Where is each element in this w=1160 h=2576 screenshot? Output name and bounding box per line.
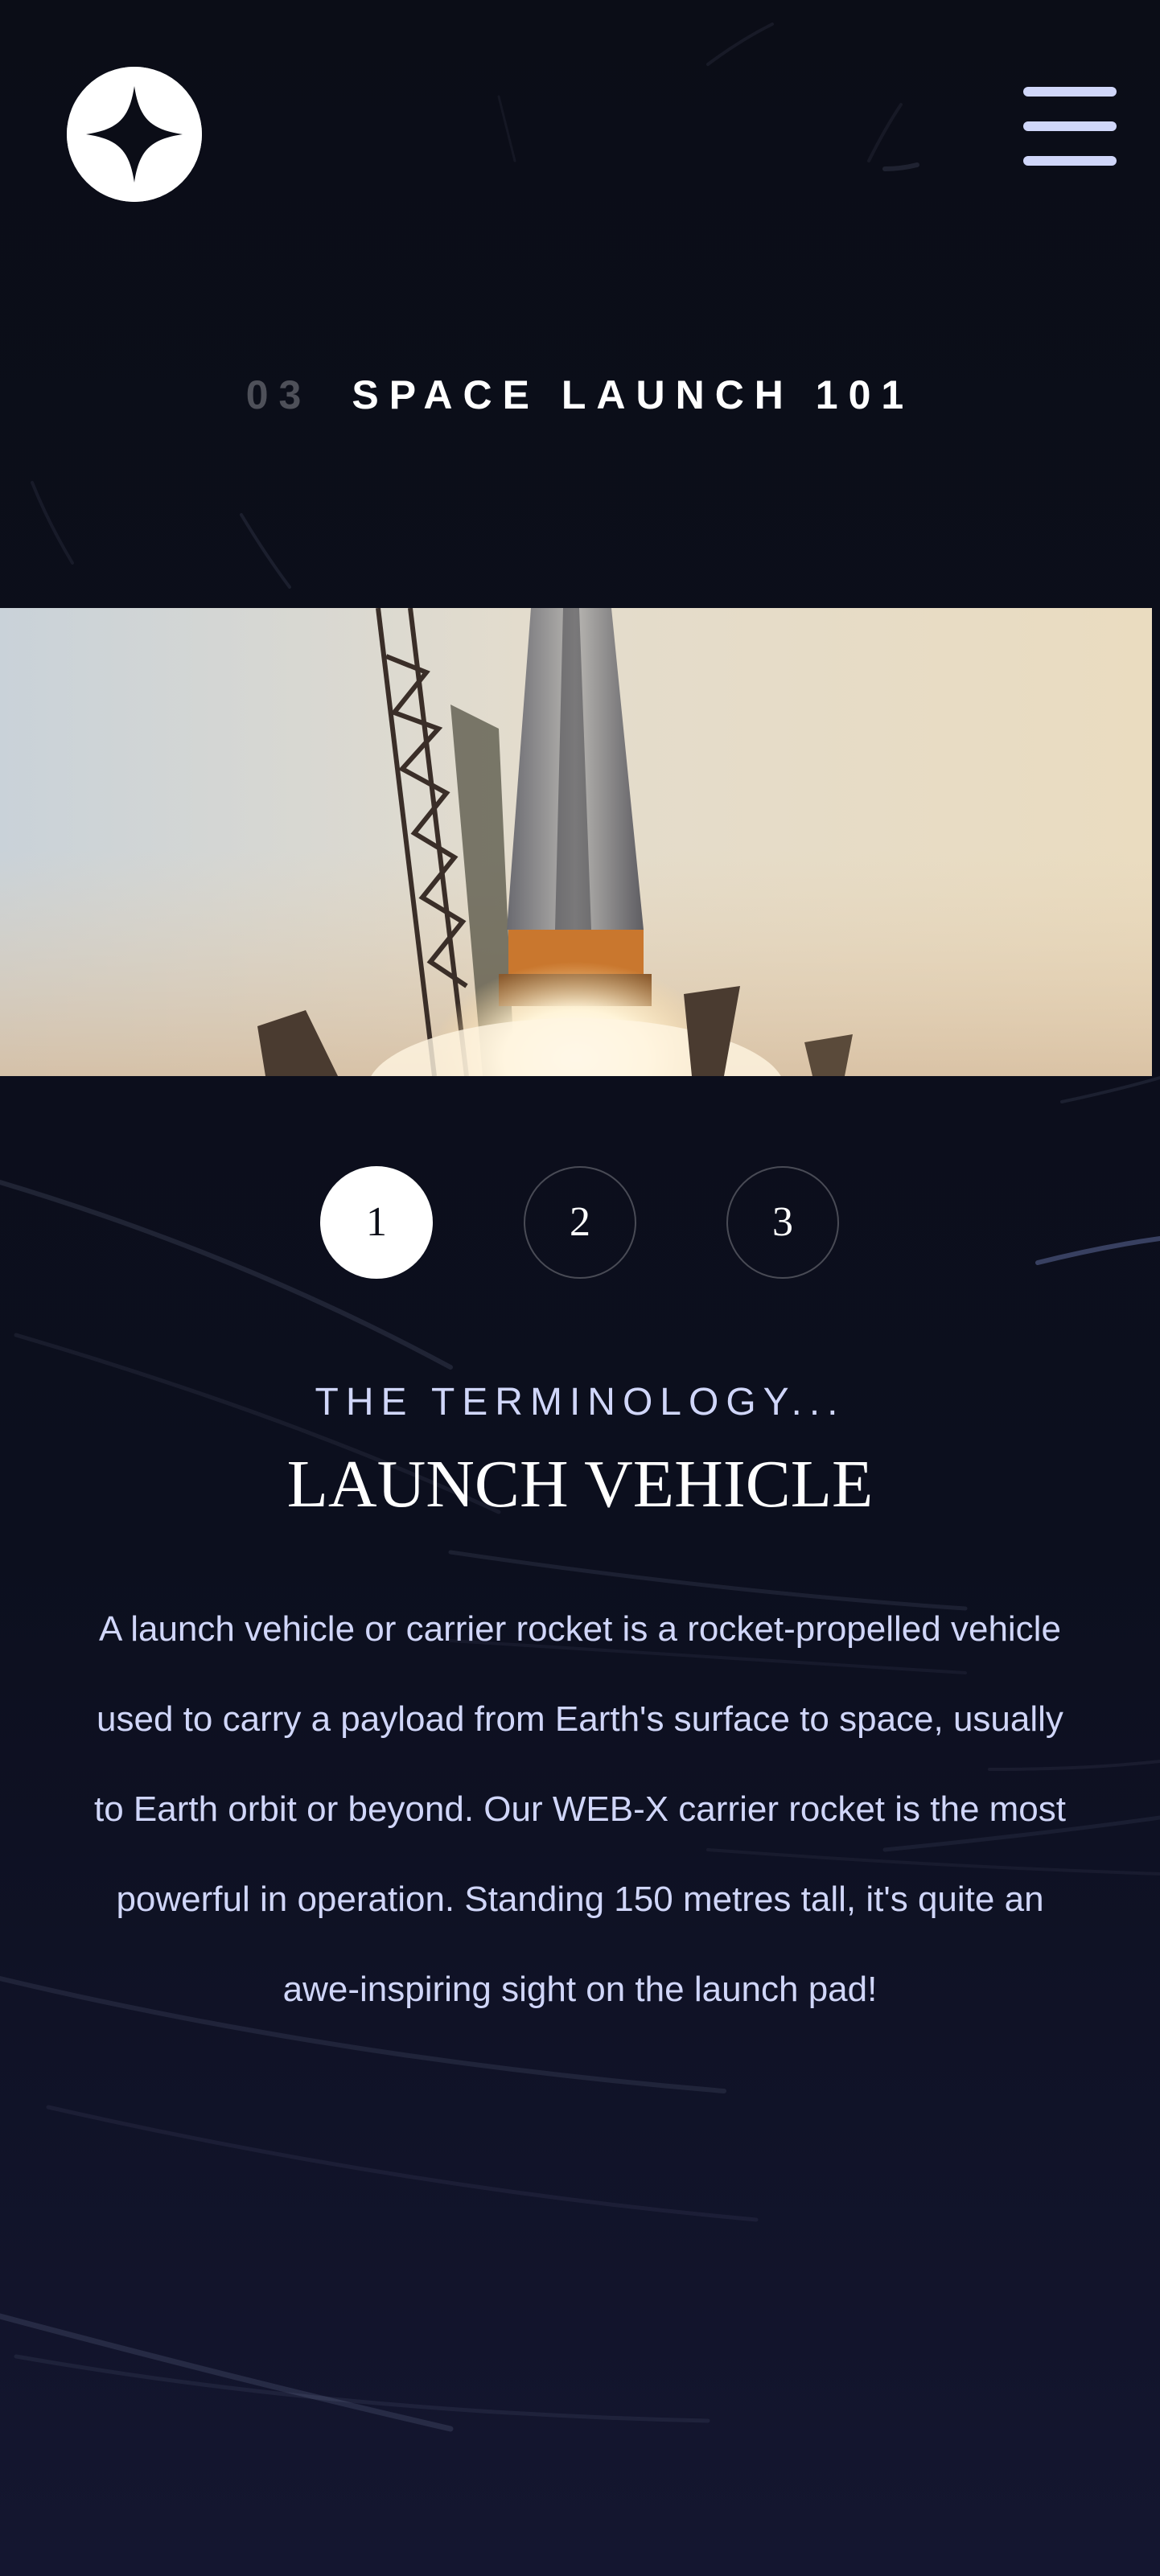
technology-description: A launch vehicle or carrier rocket is a … bbox=[94, 1609, 1066, 2009]
slide-3-button[interactable]: 3 bbox=[726, 1166, 839, 1279]
menu-line bbox=[1023, 87, 1117, 97]
slide-1-button[interactable]: 1 bbox=[320, 1166, 433, 1279]
menu-line bbox=[1023, 121, 1117, 131]
logo[interactable] bbox=[67, 67, 202, 202]
slide-2-button[interactable]: 2 bbox=[524, 1166, 636, 1279]
hamburger-menu-icon[interactable] bbox=[1023, 87, 1117, 166]
page-number: 03 bbox=[245, 372, 312, 417]
terminology-eyebrow: THE TERMINOLOGY... bbox=[315, 1381, 845, 1424]
technology-name: LAUNCH VEHICLE bbox=[286, 1447, 874, 1522]
menu-line bbox=[1023, 156, 1117, 166]
technology-page: 03 SPACE LAUNCH 101 1 2 3 THE TERMINOLOG… bbox=[0, 0, 1160, 2576]
four-point-star-icon bbox=[67, 67, 202, 202]
rocket-launch-image bbox=[0, 608, 1152, 1076]
page-heading: 03 SPACE LAUNCH 101 bbox=[0, 366, 1160, 424]
page-title: SPACE LAUNCH 101 bbox=[352, 372, 915, 417]
